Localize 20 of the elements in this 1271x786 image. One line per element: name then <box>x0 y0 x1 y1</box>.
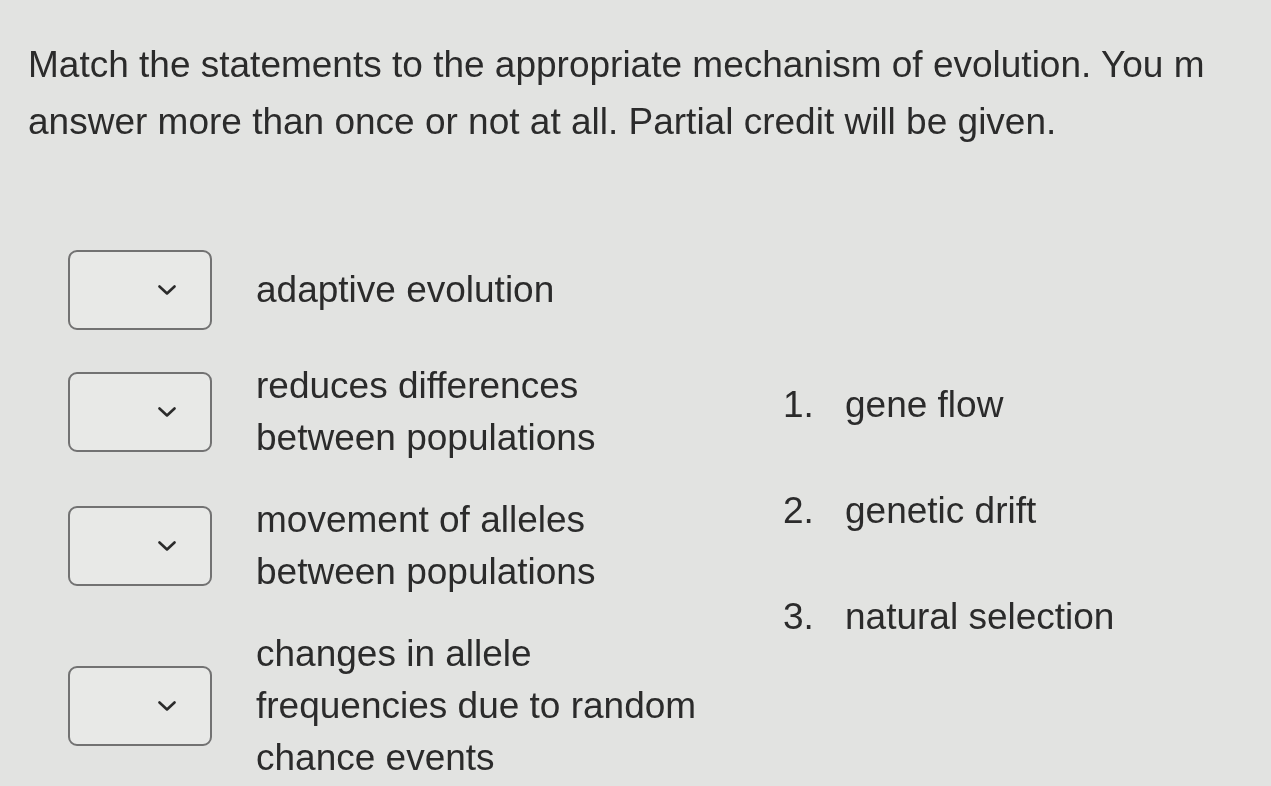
instruction-text: answer more than once or not at all. Partial credit will be given. <box>28 100 1057 144</box>
instruction-text: Match the statements to the appropriate mechanism of evolution. You m <box>28 43 1205 87</box>
statement-text: changes in allele frequencies due to random chance events <box>256 632 698 780</box>
option-number: 2. <box>783 489 815 533</box>
chevron-down-icon <box>158 701 176 711</box>
option-number: 3. <box>783 595 815 639</box>
chevron-down-icon <box>158 285 176 295</box>
option-label: natural selection <box>845 595 1115 639</box>
answer-dropdown[interactable] <box>68 250 212 330</box>
option-label: genetic drift <box>845 489 1037 533</box>
answer-dropdown[interactable] <box>68 372 212 452</box>
statement-text: movement of alleles between populations <box>256 498 597 594</box>
answer-dropdown[interactable] <box>68 506 212 586</box>
answer-dropdown[interactable] <box>68 666 212 746</box>
option-label: gene flow <box>845 383 1004 427</box>
chevron-down-icon <box>158 541 176 551</box>
chevron-down-icon <box>158 407 176 417</box>
statement-text: reduces differences between populations <box>256 364 597 460</box>
option-number: 1. <box>783 383 815 427</box>
statement-text: adaptive evolution <box>256 268 556 312</box>
